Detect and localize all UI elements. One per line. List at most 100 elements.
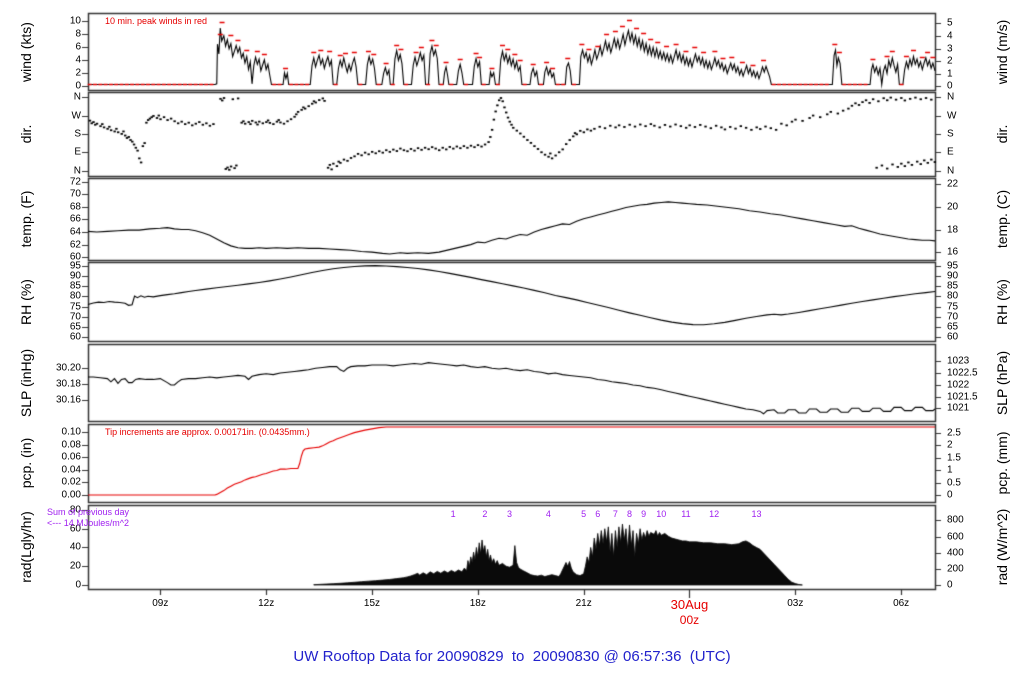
- tick-label-temp-left: 68: [69, 201, 81, 213]
- tick-label-temp-left: 70: [69, 188, 81, 200]
- date-label-30aug: 30Aug: [670, 597, 709, 612]
- tick-label-dir-right: W: [947, 110, 957, 122]
- tick-label-pcp-left: 0.02: [61, 476, 81, 488]
- tick-label-wind-right: 3: [947, 43, 953, 55]
- tick-label-pcp-right: 1: [947, 464, 953, 476]
- mjoules-mark: 3: [507, 509, 513, 519]
- mjoules-mark: 11: [681, 509, 691, 519]
- mjoules-mark: 13: [751, 509, 762, 519]
- tick-label-dir-right: E: [947, 146, 954, 158]
- tick-label-wind-left: 2: [75, 67, 81, 79]
- tick-label-rad-right: 200: [947, 563, 964, 575]
- tick-label-pcp-left: 0.10: [61, 426, 81, 438]
- tick-label-wind-left: 8: [75, 28, 81, 40]
- mjoules-mark: 6: [595, 509, 601, 519]
- tick-label-wind-right: 1: [947, 68, 953, 80]
- tick-label-dir-right: S: [947, 128, 954, 140]
- tick-label-slp-right: 1022: [947, 379, 970, 391]
- page-title: UW Rooftop Data for 20090829 to 20090830…: [293, 648, 731, 665]
- axis-label-rh-right: RH (%): [994, 278, 1010, 325]
- mjoules-mark: 1: [450, 509, 456, 519]
- tick-label-rad-right: 800: [947, 514, 964, 526]
- xaxis-tick-label: 15z: [363, 598, 381, 609]
- xaxis-tick-label: 09z: [152, 598, 169, 609]
- tick-label-temp-left: 64: [69, 226, 81, 238]
- tick-label-temp-right: 16: [947, 246, 959, 258]
- xaxis-tick-label: 18z: [469, 598, 486, 609]
- mjoules-mark: 12: [709, 509, 720, 519]
- tick-label-rh-right: 60: [947, 331, 959, 343]
- tick-label-wind-left: 10: [69, 15, 81, 27]
- tick-label-pcp-left: 0.00: [61, 489, 81, 501]
- tick-label-rad-left: 0: [75, 579, 81, 591]
- tick-label-wind-right: 2: [947, 55, 953, 67]
- mjoules-mark: 4: [545, 509, 551, 519]
- axis-label-rad-left: rad(Lgly/hr): [18, 511, 34, 583]
- tick-label-dir-left: N: [73, 165, 81, 177]
- meteogram-figure: 0 2 4 6 8 10 0 1 2 3 4 5 wind (kts) wind (m/s) N W S E N N W…: [0, 0, 1024, 700]
- tick-label-pcp-left: 0.08: [61, 439, 81, 451]
- tick-label-pcp-right: 2.5: [947, 427, 961, 439]
- axis-label-pcp-right: pcp. (mm): [994, 431, 1010, 495]
- radiation-sum-note-line2: <--- 14 MJoules/m^2: [47, 518, 129, 528]
- plot-canvas: [0, 0, 1024, 700]
- tick-label-temp-right: 20: [947, 201, 959, 213]
- mjoules-mark: 8: [626, 509, 633, 519]
- tick-label-temp-left: 72: [69, 176, 81, 188]
- tick-label-pcp-right: 1.5: [947, 452, 961, 464]
- tick-label-dir-left: E: [74, 146, 81, 158]
- tick-label-dir-left: N: [73, 91, 81, 103]
- axis-label-wind-right: wind (m/s): [994, 19, 1010, 84]
- axis-label-wind-left: wind (kts): [18, 21, 34, 82]
- tick-label-temp-left: 62: [69, 239, 81, 251]
- tick-label-wind-left: 6: [75, 41, 81, 53]
- tick-label-temp-left: 66: [69, 213, 81, 225]
- xaxis-tick-label: 21z: [575, 598, 592, 609]
- tick-label-wind-left: 4: [75, 54, 81, 66]
- axis-label-dir-right: dir.: [994, 124, 1010, 144]
- axis-label-rh-left: RH (%): [18, 278, 34, 325]
- tick-label-wind-left: 0: [75, 80, 81, 92]
- mjoules-mark: 2: [482, 509, 488, 519]
- mjoules-mark: 10: [656, 509, 667, 519]
- axis-label-temp-right: temp. (C): [994, 189, 1010, 249]
- tick-label-slp-left: 30.20: [55, 362, 81, 374]
- axis-label-pcp-left: pcp. (in): [18, 437, 34, 489]
- xaxis-tick-label: 03z: [787, 598, 804, 609]
- tick-label-dir-right: N: [947, 165, 955, 177]
- tick-label-slp-right: 1023: [947, 355, 970, 367]
- tick-label-slp-left: 30.16: [55, 394, 81, 406]
- mjoules-mark: 7: [612, 509, 618, 519]
- tick-label-wind-right: 5: [947, 17, 953, 29]
- tick-label-rad-right: 600: [947, 531, 964, 543]
- axis-label-dir-left: dir.: [18, 124, 34, 144]
- tick-label-wind-right: 4: [947, 30, 953, 42]
- axis-label-slp-right: SLP (hPa): [994, 350, 1010, 415]
- tick-label-rh-left: 60: [69, 331, 81, 343]
- tick-label-pcp-left: 0.06: [61, 451, 81, 463]
- tick-label-pcp-right: 0: [947, 489, 953, 501]
- axis-label-rad-right: rad (W/m^2): [994, 508, 1010, 586]
- tick-label-slp-left: 30.18: [55, 378, 81, 390]
- tip-increment-note: Tip increments are approx. 0.00171in. (0…: [105, 427, 310, 437]
- tick-label-rad-right: 400: [947, 547, 964, 559]
- tick-label-slp-right: 1021: [947, 402, 970, 414]
- mjoules-mark: 9: [641, 509, 647, 519]
- tick-label-slp-right: 1021.5: [947, 391, 978, 403]
- wind-peak-note: 10 min. peak winds in red: [105, 16, 208, 26]
- tick-label-rad-left: 40: [69, 541, 81, 553]
- tick-label-temp-right: 22: [947, 178, 959, 190]
- tick-label-wind-right: 0: [947, 80, 953, 92]
- tick-label-temp-right: 18: [947, 224, 959, 236]
- date-label-00z: 00z: [679, 613, 700, 627]
- tick-label-dir-right: N: [947, 91, 955, 103]
- tick-label-rad-left: 20: [69, 560, 81, 572]
- tick-label-dir-left: W: [71, 110, 81, 122]
- tick-label-slp-right: 1022.5: [947, 367, 978, 379]
- axis-label-slp-left: SLP (inHg): [18, 348, 34, 417]
- xaxis-tick-label: 12z: [258, 598, 275, 609]
- radiation-sum-note-line1: Sum of previous day: [47, 507, 130, 517]
- mjoules-mark: 5: [581, 509, 587, 519]
- tick-label-pcp-left: 0.04: [61, 464, 81, 476]
- tick-label-pcp-right: 0.5: [947, 477, 961, 489]
